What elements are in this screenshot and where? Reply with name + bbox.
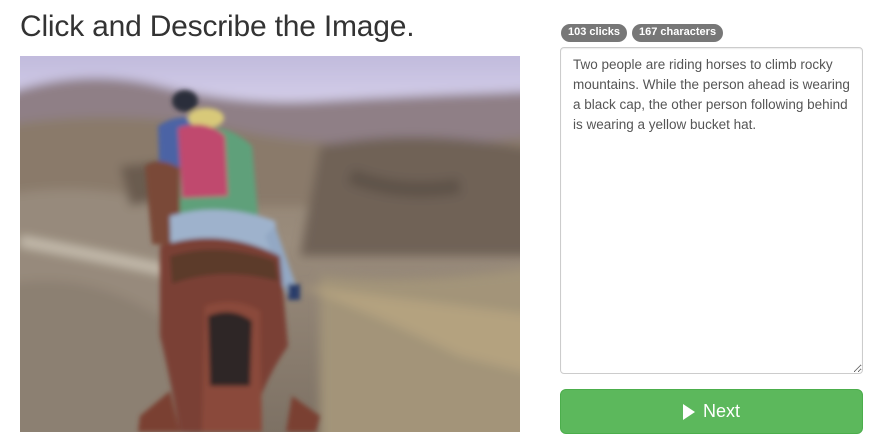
clicks-badge: 103 clicks <box>561 24 627 42</box>
description-textarea[interactable]: Two people are riding horses to climb ro… <box>560 47 863 374</box>
clickable-photo[interactable] <box>20 56 520 432</box>
page-title: Click and Describe the Image. <box>20 10 415 43</box>
play-icon <box>682 403 695 420</box>
next-button[interactable]: Next <box>560 389 863 434</box>
characters-badge: 167 characters <box>632 24 724 42</box>
page: Click and Describe the Image. 103 clicks… <box>0 0 882 448</box>
next-button-label: Next <box>702 401 740 421</box>
stats-badges: 103 clicks 167 characters <box>561 24 724 42</box>
photo-illustration <box>20 56 520 432</box>
